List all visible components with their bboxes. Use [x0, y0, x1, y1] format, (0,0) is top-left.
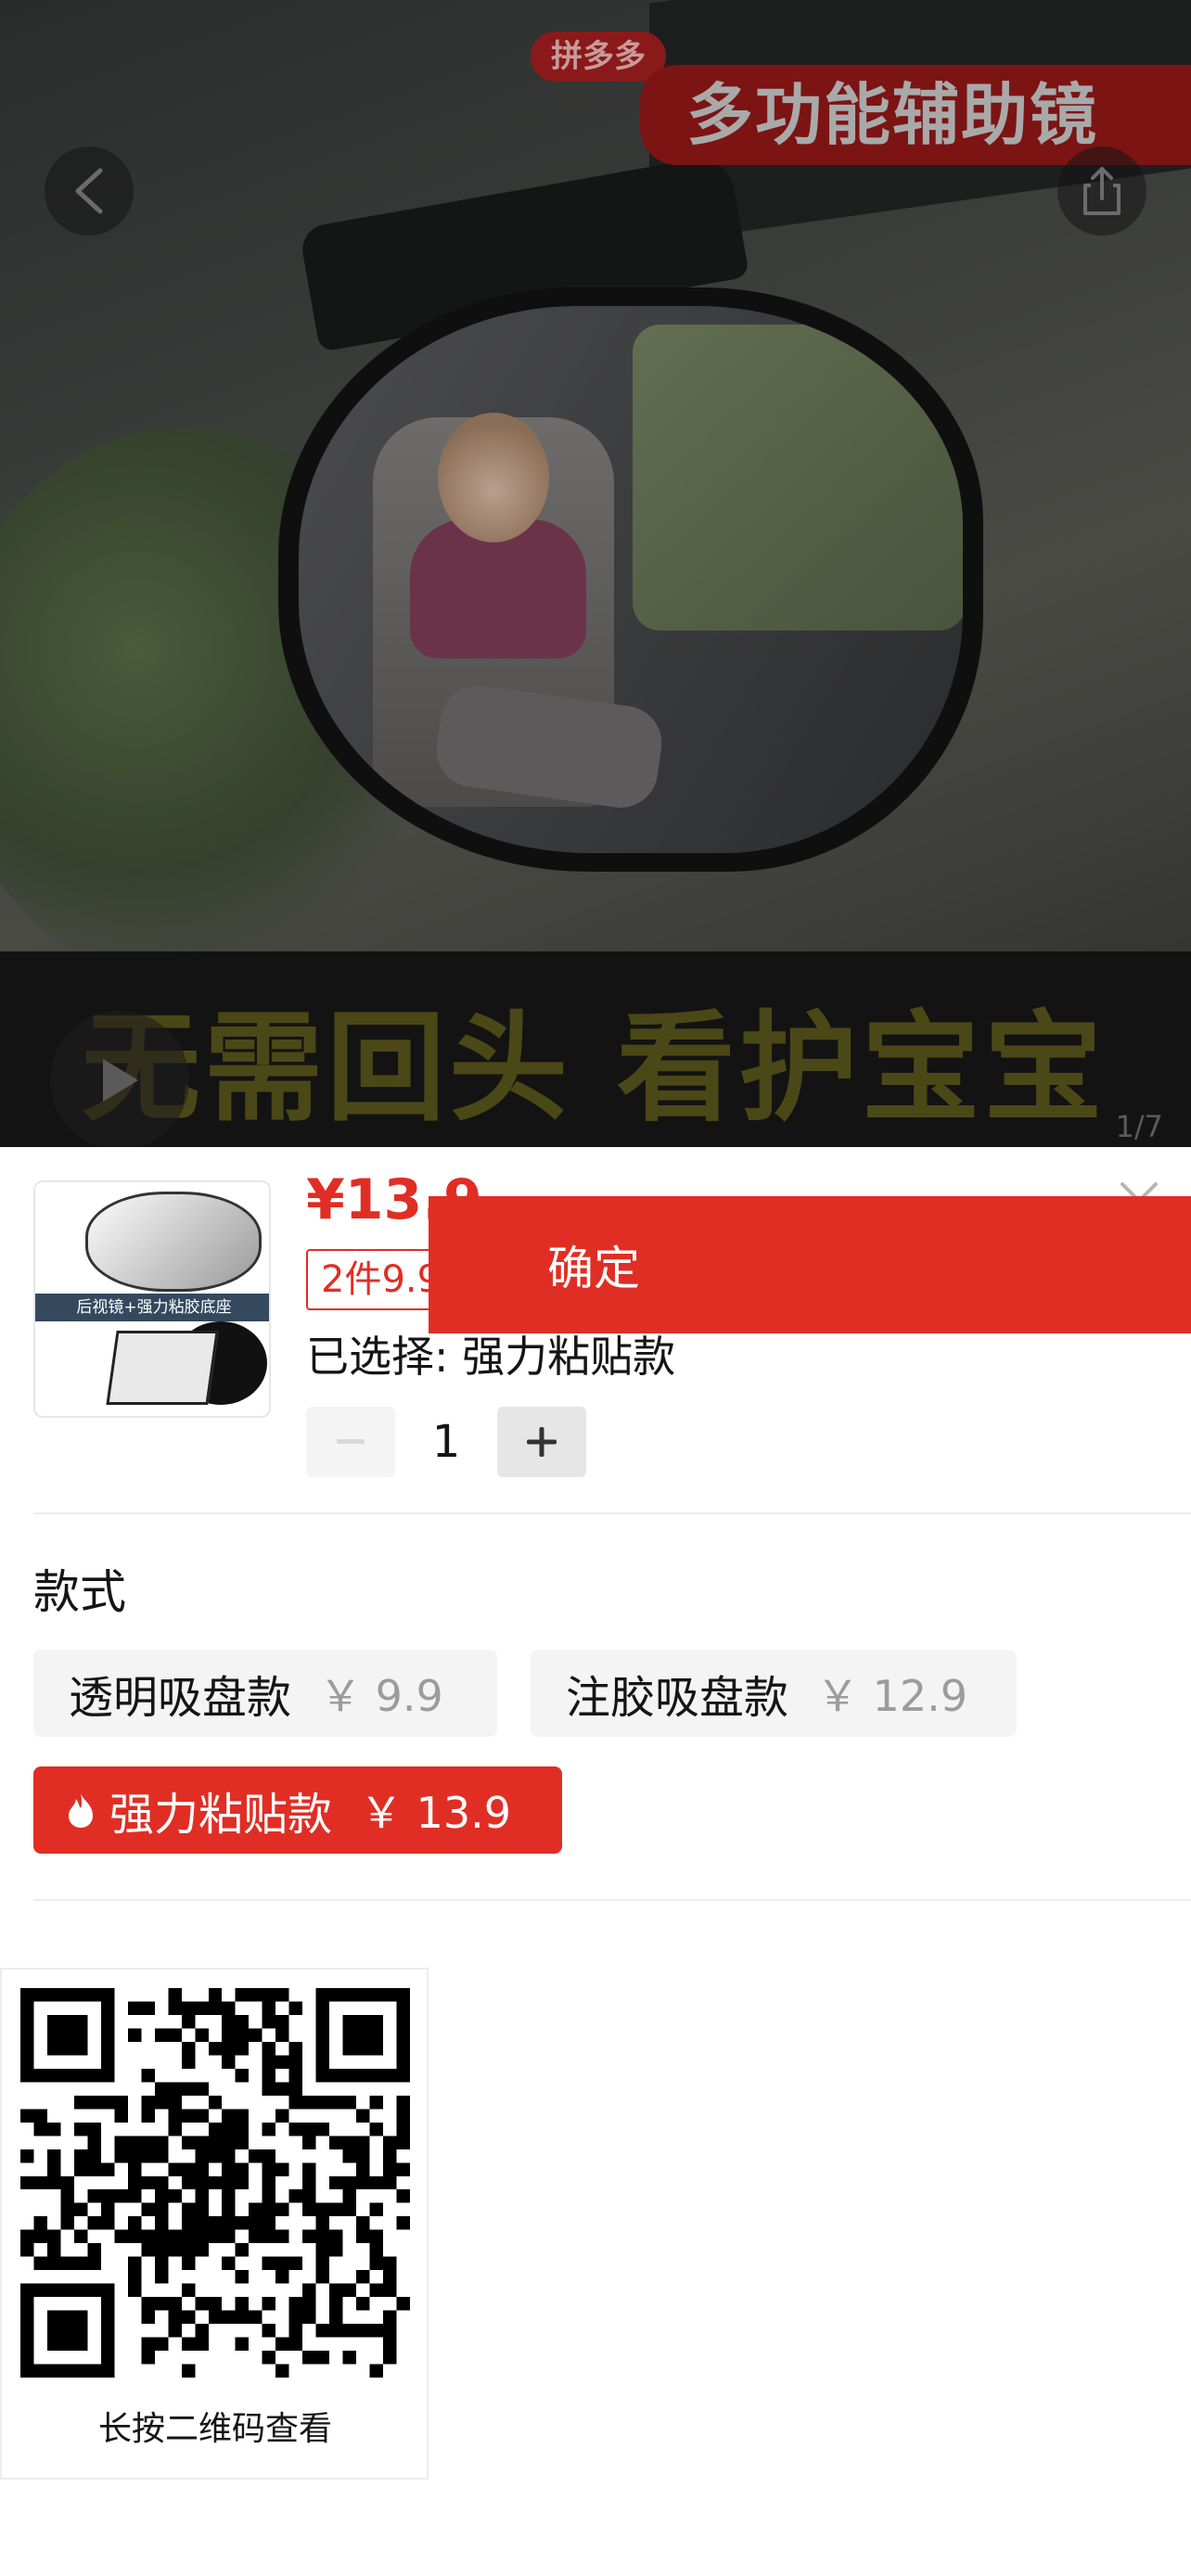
minus-icon — [337, 1439, 365, 1444]
decrease-quantity-button[interactable] — [306, 1407, 395, 1477]
plus-icon — [527, 1427, 557, 1457]
brand-tag: 拼多多 — [531, 32, 666, 82]
style-option-price: ￥ 13.9 — [360, 1788, 512, 1838]
quantity-stepper: 1 — [306, 1407, 586, 1477]
style-option-price: ￥ 9.9 — [319, 1671, 443, 1721]
mirror-reflection — [299, 306, 963, 853]
style-option-strong-adhesive[interactable]: 强力粘贴款 ￥ 13.9 — [33, 1766, 562, 1854]
image-counter: 1/7 — [1115, 1109, 1164, 1144]
product-image-carousel[interactable]: 拼多多 多功能辅助镜 无需回头 看护宝宝 1/7 — [0, 0, 1191, 1147]
chevron-left-icon — [75, 168, 103, 214]
thumbnail-mirror — [85, 1192, 262, 1292]
product-thumbnail[interactable]: 后视镜+强力粘胶底座 — [33, 1180, 271, 1418]
qr-code-label: 长按二维码查看 — [97, 2410, 332, 2448]
back-button[interactable] — [45, 147, 134, 236]
thumbnail-mirror-side — [106, 1331, 219, 1405]
share-icon — [1083, 167, 1121, 215]
style-option-name: 强力粘贴款 — [109, 1789, 333, 1841]
share-button[interactable] — [1057, 147, 1146, 236]
style-option-price: ￥ 12.9 — [816, 1671, 968, 1721]
reflection-window — [633, 325, 963, 631]
flame-icon — [69, 1793, 93, 1828]
reflection-child-head — [438, 413, 549, 542]
qr-code — [20, 1988, 410, 2378]
style-option-transparent-suction[interactable]: 透明吸盘款 ￥ 9.9 — [33, 1650, 497, 1737]
style-option-name: 透明吸盘款 — [69, 1672, 292, 1724]
divider — [33, 1899, 1191, 1901]
style-option-name: 注胶吸盘款 — [566, 1672, 789, 1724]
increase-quantity-button[interactable] — [497, 1407, 586, 1477]
sku-selection-sheet: 后视镜+强力粘胶底座 ¥13.9 2件9.9折 已选择: 强力粘贴款 1 款式 … — [0, 1147, 1191, 2576]
qr-code-panel[interactable]: 长按二维码查看 — [0, 1968, 429, 2480]
divider — [33, 1512, 1191, 1514]
confirm-button[interactable]: 确定 — [429, 1196, 1191, 1333]
play-icon — [103, 1059, 138, 1102]
style-section-title: 款式 — [33, 1565, 126, 1619]
image-slogan: 无需回头 看护宝宝 — [82, 1000, 1107, 1138]
quantity-value[interactable]: 1 — [395, 1416, 497, 1468]
confirm-button-label: 确定 — [547, 1242, 640, 1295]
thumbnail-caption: 后视镜+强力粘胶底座 — [35, 1294, 269, 1321]
play-video-button[interactable] — [50, 1011, 189, 1147]
style-option-glue-suction[interactable]: 注胶吸盘款 ￥ 12.9 — [531, 1650, 1017, 1737]
